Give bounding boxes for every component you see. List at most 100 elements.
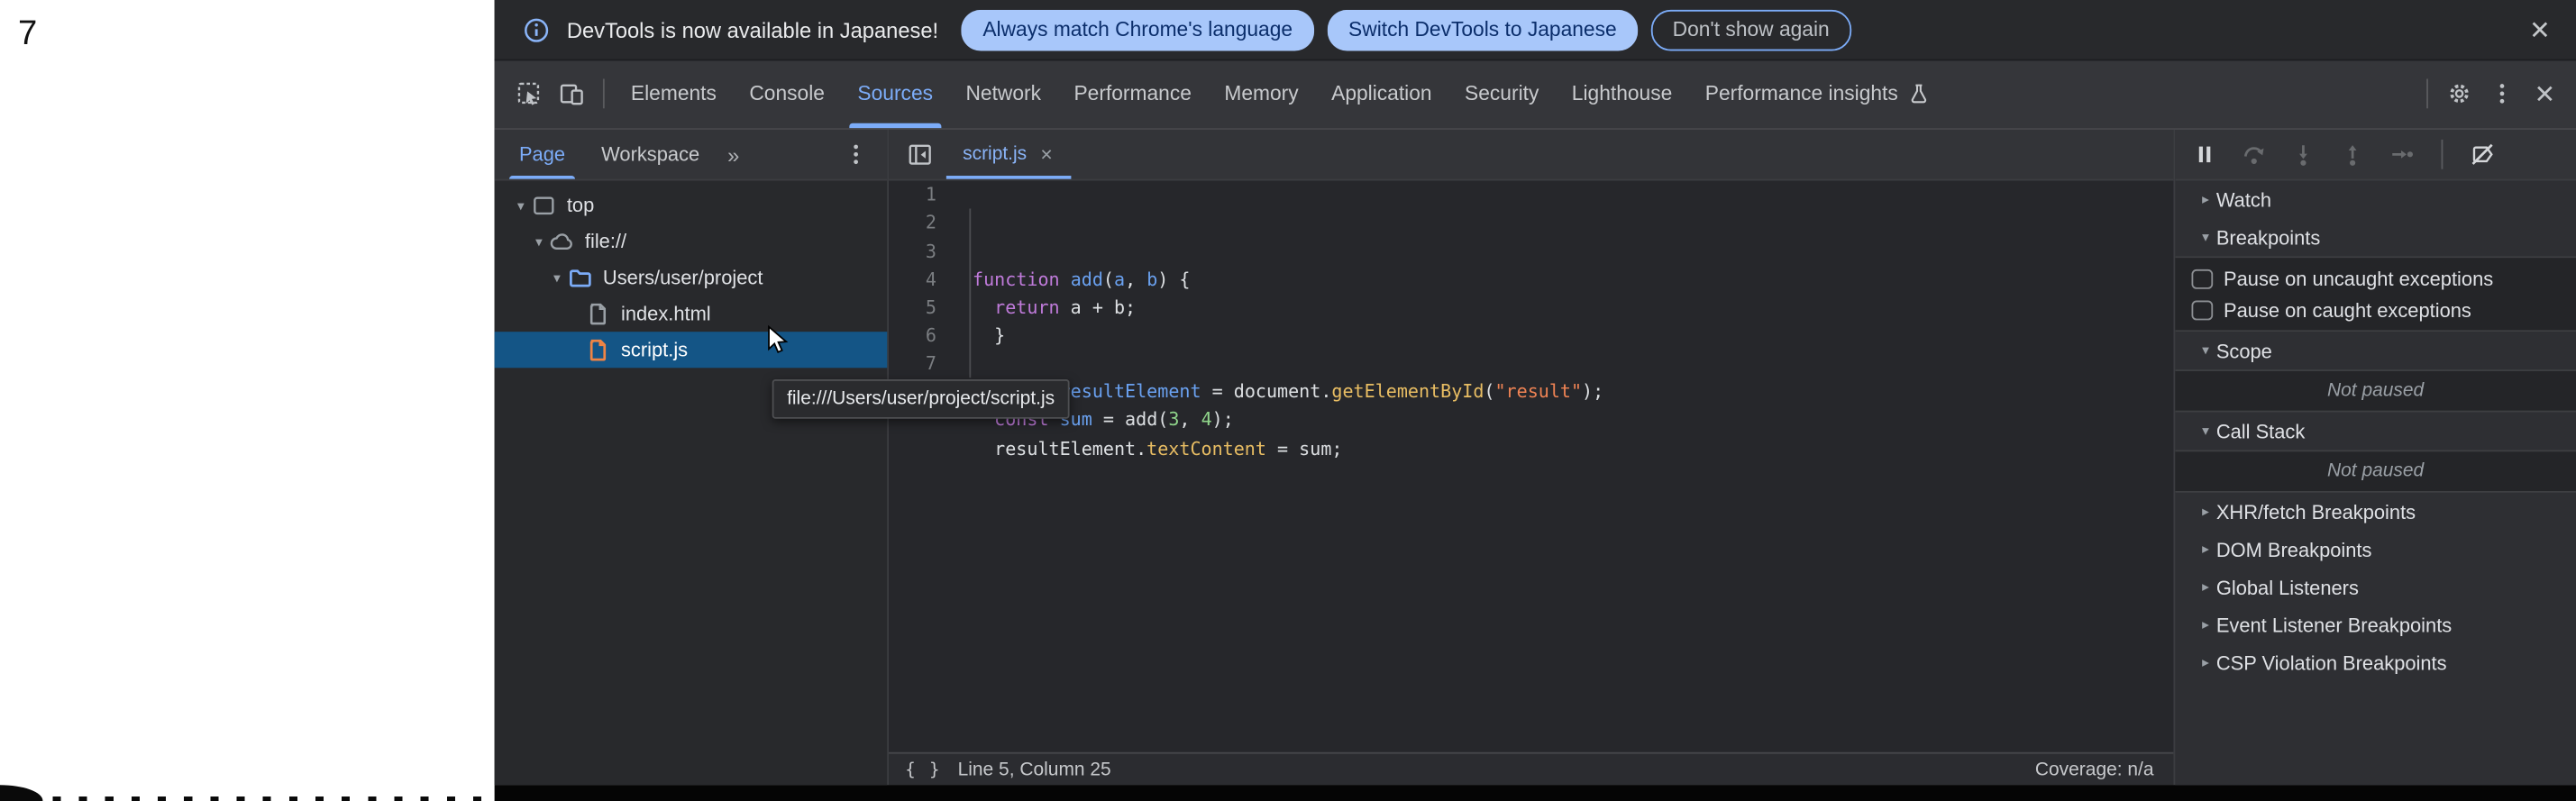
editor-tabstrip: script.js — [889, 130, 2173, 181]
tab-network[interactable]: Network — [949, 61, 1057, 128]
navigator-header: PageWorkspace » — [495, 130, 888, 181]
divider — [2442, 140, 2444, 169]
section-global-listeners[interactable]: ▸Global Listeners — [2175, 569, 2576, 606]
line-number[interactable]: 4 — [889, 266, 936, 294]
step-out-icon[interactable] — [2333, 135, 2372, 175]
section-call-stack[interactable]: ▾Call Stack — [2175, 413, 2576, 451]
divider — [2426, 79, 2428, 109]
line-number[interactable]: 5 — [889, 294, 936, 322]
code-editor[interactable]: 1234567 function add(a, b) {return a + b… — [889, 181, 2173, 752]
section-xhr-fetch-breakpoints[interactable]: ▸XHR/fetch Breakpoints — [2175, 493, 2576, 531]
file-js-icon — [585, 337, 611, 363]
cloud-icon — [549, 229, 575, 255]
tab-memory[interactable]: Memory — [1208, 61, 1315, 128]
navigator-pane: PageWorkspace » ▾ top ▾file://▾Users/user/… — [495, 130, 889, 785]
indent-guide — [969, 209, 971, 378]
line-number[interactable]: 6 — [889, 322, 936, 350]
section-csp-violation-breakpoints[interactable]: ▸CSP Violation Breakpoints — [2175, 644, 2576, 682]
close-tab-icon[interactable] — [1038, 146, 1055, 162]
tab-console[interactable]: Console — [733, 61, 841, 128]
editor-tab-label: script.js — [963, 144, 1027, 164]
inspect-element-icon[interactable] — [507, 73, 550, 115]
section-breakpoints[interactable]: ▾Breakpoints — [2175, 219, 2576, 257]
deactivate-breakpoints-icon[interactable] — [2462, 135, 2502, 175]
overflow-tabs-icon[interactable]: » — [721, 142, 746, 167]
checkbox-icon[interactable] — [2191, 269, 2212, 289]
banner-button-3[interactable]: Don't show again — [1651, 9, 1850, 50]
navigator-tab-workspace[interactable]: Workspace — [583, 130, 717, 180]
tab-security[interactable]: Security — [1448, 61, 1556, 128]
tab-label: Application — [1331, 83, 1431, 106]
tab-sources[interactable]: Sources — [841, 61, 949, 128]
navigator-tab-page[interactable]: Page — [501, 130, 583, 180]
coverage-status: Coverage: n/a — [2035, 760, 2154, 779]
tab-label: Performance — [1073, 83, 1191, 106]
mouse-cursor — [767, 325, 789, 355]
tab-label: Sources — [857, 83, 933, 106]
file-icon — [585, 301, 611, 327]
navigator-more-menu-icon[interactable] — [835, 133, 877, 176]
line-number[interactable]: 1 — [889, 181, 936, 209]
tab-label: Elements — [631, 83, 717, 106]
checkbox-icon[interactable] — [2191, 300, 2212, 321]
tab-lighthouse[interactable]: Lighthouse — [1556, 61, 1689, 128]
tab-application[interactable]: Application — [1315, 61, 1448, 128]
checkbox-row[interactable]: Pause on uncaught exceptions — [2175, 263, 2576, 295]
expand-arrow-icon[interactable]: ▾ — [511, 196, 531, 214]
tab-label: Memory — [1224, 83, 1298, 106]
folder-icon — [567, 265, 593, 291]
editor-statusbar: { } Line 5, Column 25 Coverage: n/a — [889, 752, 2173, 785]
tree-item-file-[interactable]: ▾file:// — [495, 223, 888, 259]
divider — [603, 79, 605, 109]
section-label: Global Listeners — [2216, 576, 2359, 599]
section-dom-breakpoints[interactable]: ▸DOM Breakpoints — [2175, 531, 2576, 569]
banner-button-2[interactable]: Switch DevTools to Japanese — [1327, 9, 1638, 50]
toggle-navigator-icon[interactable] — [899, 133, 941, 176]
close-devtools-icon[interactable] — [2524, 73, 2566, 115]
main-toolbar: Elements Console Sources Network Performance… — [495, 61, 2576, 130]
tree-item-users-user-project[interactable]: ▾Users/user/project — [495, 259, 888, 296]
expand-arrow-icon[interactable]: ▾ — [529, 232, 549, 250]
line-number[interactable]: 3 — [889, 237, 936, 265]
line-number[interactable]: 7 — [889, 350, 936, 378]
pause-icon[interactable] — [2185, 135, 2224, 175]
infobar-close-icon[interactable] — [2526, 16, 2553, 42]
tree-item-index-html[interactable]: index.html — [495, 296, 888, 332]
section-watch[interactable]: ▸Watch — [2175, 181, 2576, 219]
banner-button-1[interactable]: Always match Chrome's language — [962, 9, 1314, 50]
tree-item-top[interactable]: ▾ top — [495, 187, 888, 223]
settings-gear-icon[interactable] — [2438, 73, 2480, 115]
tree-item-script-js[interactable]: script.js — [495, 332, 888, 369]
step-icon[interactable] — [2382, 135, 2422, 175]
code-line-7: resultElement.textContent = sum; — [994, 434, 2173, 462]
section-label: DOM Breakpoints — [2216, 538, 2372, 561]
expand-arrow-icon: ▸ — [2195, 503, 2216, 521]
breakpoints-options: Pause on uncaught exceptions Pause on cau… — [2175, 257, 2576, 332]
not-paused-status: Not paused — [2175, 451, 2576, 493]
tab-performance-insights[interactable]: Performance insights — [1689, 61, 1948, 128]
expand-arrow-icon: ▸ — [2195, 541, 2216, 559]
step-over-icon[interactable] — [2234, 135, 2274, 175]
checkbox-label: Pause on uncaught exceptions — [2224, 268, 2493, 291]
line-number[interactable]: 2 — [889, 209, 936, 237]
frame-icon — [531, 193, 557, 219]
expand-arrow-icon: ▾ — [2195, 342, 2216, 360]
tab-performance[interactable]: Performance — [1057, 61, 1208, 128]
tree-item-label: top — [567, 195, 594, 218]
expand-arrow-icon: ▾ — [2195, 423, 2216, 441]
expand-arrow-icon: ▸ — [2195, 191, 2216, 209]
tab-label: Performance insights — [1705, 83, 1898, 106]
section-label: XHR/fetch Breakpoints — [2216, 501, 2416, 524]
section-event-listener-breakpoints[interactable]: ▸Event Listener Breakpoints — [2175, 606, 2576, 644]
pretty-print-icon[interactable]: { } — [905, 760, 941, 779]
editor-tab-scriptjs[interactable]: script.js — [946, 130, 1071, 180]
tree-item-label: script.js — [621, 339, 688, 362]
expand-arrow-icon[interactable]: ▾ — [547, 269, 567, 287]
section-scope[interactable]: ▾Scope — [2175, 332, 2576, 370]
checkbox-row[interactable]: Pause on caught exceptions — [2175, 295, 2576, 326]
debugger-toolbar — [2175, 130, 2576, 181]
step-into-icon[interactable] — [2284, 135, 2324, 175]
more-menu-icon[interactable] — [2480, 73, 2523, 115]
device-toolbar-icon[interactable] — [551, 73, 593, 115]
tab-elements[interactable]: Elements — [615, 61, 733, 128]
